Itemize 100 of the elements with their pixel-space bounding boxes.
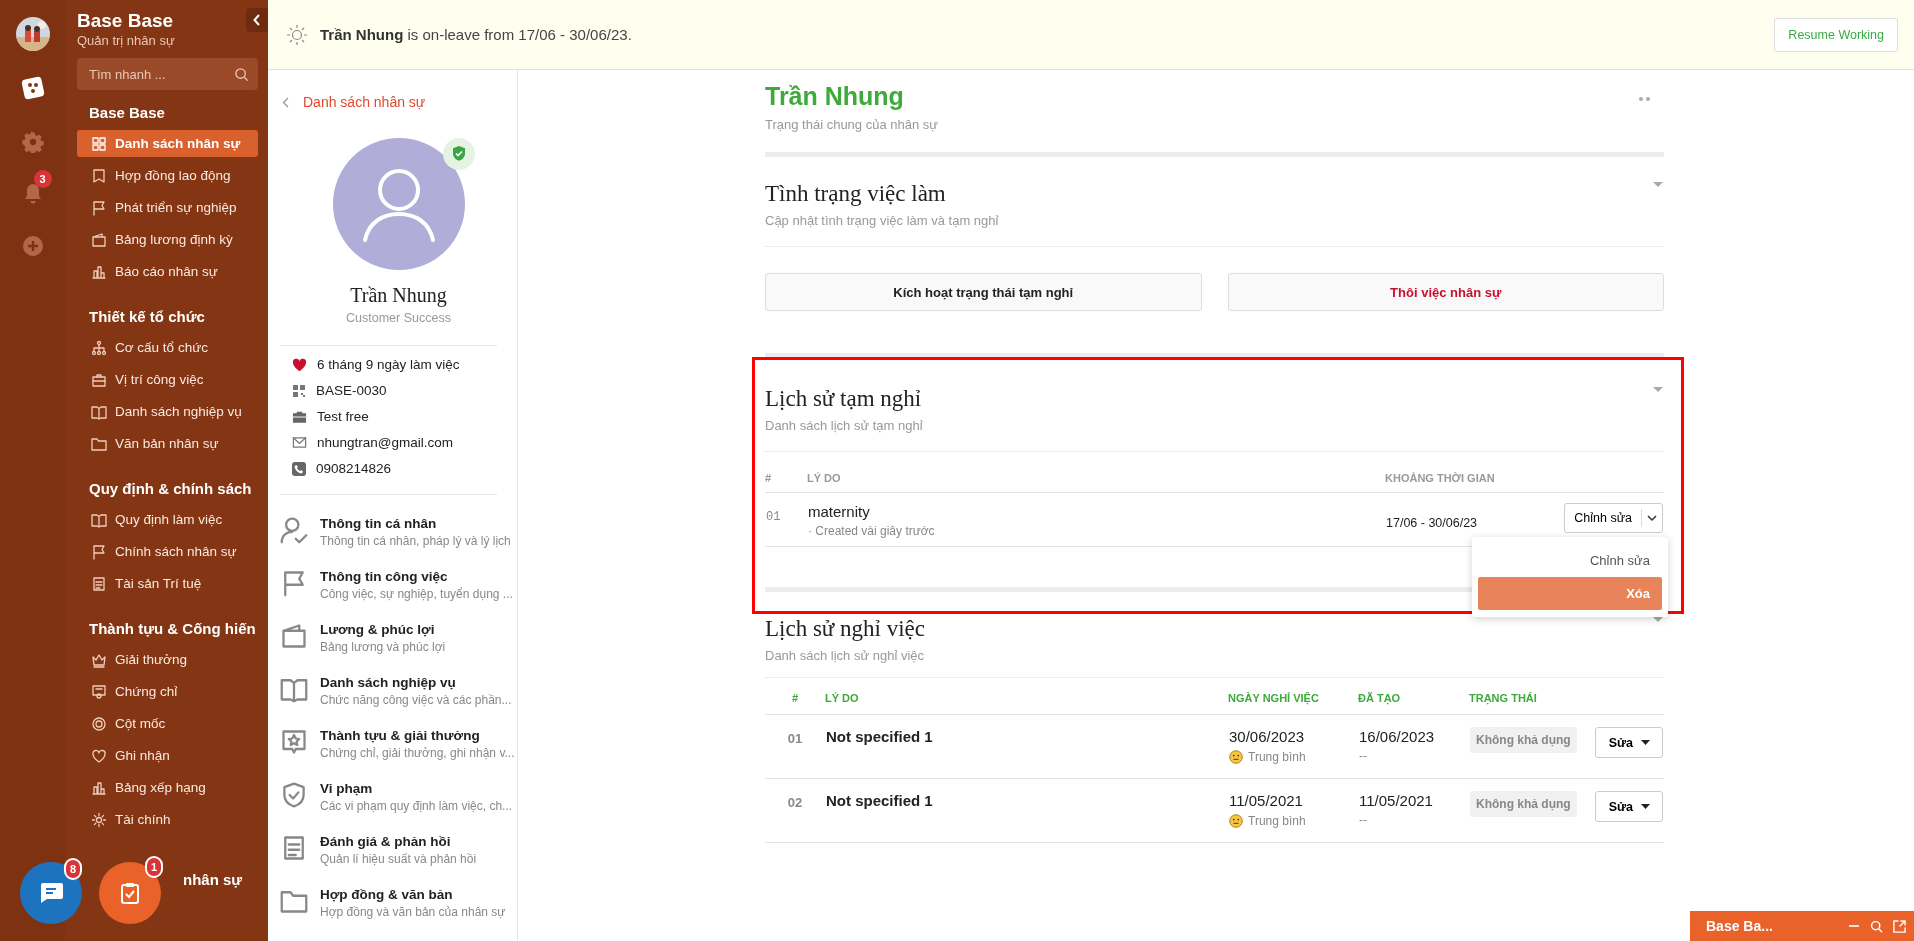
briefcase-icon [91, 371, 107, 388]
caret-icon [1652, 386, 1664, 394]
info-text: BASE-0030 [316, 383, 387, 398]
bell-icon[interactable] [22, 182, 43, 204]
sidebar-item[interactable]: Ghi nhận [77, 742, 258, 769]
person-check-icon [280, 516, 308, 544]
chat-icon [38, 882, 64, 904]
row-number: 01 [766, 510, 781, 524]
phone-icon [292, 461, 306, 476]
caret-icon [1641, 804, 1650, 809]
bookmark-icon [91, 167, 107, 184]
sidebar-item[interactable]: Phát triển sự nghiệp [77, 194, 258, 221]
sidebar-item[interactable]: Tài chính [77, 806, 258, 833]
profile-menu-item[interactable]: Danh sách nghiệp vụ Chức năng công việc và các phần... [280, 675, 517, 707]
created-date: 16/06/2023 [1359, 728, 1436, 745]
back-icon [282, 96, 289, 108]
profile-menu-item[interactable]: Thành tựu & giải thưởng Chứng chỉ, giải thưởng, ghi nhận v... [280, 728, 517, 760]
chevron-left-icon [253, 14, 261, 26]
search-icon[interactable] [1870, 919, 1883, 933]
leave-period: 17/06 - 30/06/23 [1386, 516, 1478, 530]
edit-button[interactable]: Sửa [1594, 727, 1663, 758]
folder-icon [91, 435, 107, 452]
profile-menu-item[interactable]: Hợp đồng & văn bản Hợp đồng và văn bản của nhân sự [280, 887, 517, 919]
book-icon [91, 511, 107, 528]
sidebar-item[interactable]: Báo cáo nhân sự [77, 258, 258, 285]
qr-code-icon [292, 383, 306, 398]
sidebar-item[interactable]: Bảng xếp hạng [77, 774, 258, 801]
leave-notice: Trần Nhung is on-leave from 17/06 - 30/06/23. [320, 26, 633, 43]
sidebar-item[interactable]: Danh sách nhân sự [77, 130, 258, 157]
edit-split-button[interactable]: Chỉnh sửa [1564, 503, 1663, 533]
flag-icon [91, 543, 107, 560]
star-badge-icon [280, 728, 308, 756]
sidebar-item[interactable]: Tài sản Trí tuệ [77, 570, 258, 597]
settings-icon[interactable] [21, 131, 44, 153]
section-subtitle: Danh sách lịch sử nghỉ việc [765, 648, 925, 663]
app-logo-icon[interactable] [20, 76, 45, 100]
profile-menu-item[interactable]: Thông tin cá nhân Thông tin cá nhân, pháp lý và lý lịch [280, 516, 517, 548]
sidebar-item[interactable]: Cột mốc [77, 710, 258, 737]
sidebar-item[interactable]: Quy định làm việc [77, 506, 258, 533]
add-icon[interactable] [21, 235, 44, 257]
rating-text: Trung bình [1248, 750, 1306, 764]
more-icon[interactable] [1638, 96, 1652, 102]
heart-icon [91, 747, 107, 764]
sidebar-item[interactable]: Cơ cấu tổ chức [77, 334, 258, 361]
profile-menu-item[interactable]: Thông tin công việc Công việc, sự nghiệp, tuyển dụng ... [280, 569, 517, 601]
sidebar-item[interactable]: Hợp đồng lao động [77, 162, 258, 189]
edit-button[interactable]: Sửa [1594, 791, 1663, 822]
bar-chart-icon [91, 263, 107, 280]
sidebar-section-title: Quy định & chính sách [88, 479, 252, 499]
resign-date: 30/06/2023 [1229, 728, 1306, 745]
sidebar-section-title: Thiết kế tổ chức [88, 307, 205, 327]
created-date: 11/05/2021 [1359, 792, 1434, 809]
shield-check-icon [280, 781, 308, 809]
resign-date: 11/05/2021 [1229, 792, 1304, 809]
menu-item[interactable]: Chỉnh sửa [1478, 544, 1662, 577]
info-text: 0908214826 [316, 461, 392, 476]
sidebar-item[interactable]: Bảng lương định kỳ [77, 226, 258, 253]
search-field[interactable]: Tìm nhanh ... [77, 58, 258, 90]
clipboard-check-icon [120, 882, 140, 904]
column-header: # [765, 472, 772, 484]
column-header: KHOẢNG THỜI GIAN [1385, 472, 1495, 484]
sidebar-item[interactable]: Văn bản nhân sự [77, 430, 258, 457]
section-subtitle: Danh sách lịch sử tạm nghỉ [765, 418, 923, 433]
leave-button[interactable]: Kích hoạt trạng thái tạm nghỉ [765, 273, 1202, 311]
search-icon [234, 67, 249, 82]
column-header: TRẠNG THÁI [1469, 692, 1537, 704]
mini-window-title: Base Ba... [1706, 918, 1774, 934]
row-number: 02 [787, 795, 803, 810]
external-link-icon[interactable] [1893, 919, 1906, 933]
column-header: LÝ DO [807, 472, 841, 484]
flag-icon [91, 199, 107, 216]
created-note: -- [1359, 749, 1368, 763]
page-title: Trần Nhung [765, 82, 905, 111]
profile-menu-item[interactable]: Vi phạm Các vi phạm quy định làm việc, ch... [280, 781, 517, 813]
status-chip: Không khả dụng [1470, 727, 1577, 753]
status-chip: Không khả dụng [1470, 791, 1577, 817]
profile-menu-item[interactable]: Lương & phúc lợi Bảng lương và phúc lợi [280, 622, 517, 654]
sidebar-item[interactable]: Vị trí công việc [77, 366, 258, 393]
sun-icon [286, 23, 308, 46]
sidebar-item[interactable]: Giải thưởng [77, 646, 258, 673]
wallet-icon [280, 622, 308, 650]
collapse-sidebar-button[interactable] [246, 8, 268, 32]
section-subtitle: Cập nhật tình trạng việc làm và tạm nghỉ [765, 213, 999, 228]
rating-text: Trung bình [1248, 814, 1306, 828]
section-title: Lịch sử nghỉ việc [765, 616, 925, 642]
sidebar-item[interactable]: Chính sách nhân sự [77, 538, 258, 565]
app-title: Base Base [77, 10, 174, 32]
document-icon [91, 575, 107, 592]
app-subtitle: Quản trị nhân sự [77, 33, 175, 48]
profile-menu-item[interactable]: Đánh giá & phản hồi Quản lí hiệu suất và phản hồi [280, 834, 517, 866]
target-icon [91, 715, 107, 732]
back-link[interactable]: Danh sách nhân sự [282, 94, 517, 110]
resign-button[interactable]: Thôi việc nhân sự [1227, 273, 1664, 311]
sidebar-item[interactable]: Chứng chỉ [77, 678, 258, 705]
employee-name: Trần Nhung [349, 284, 448, 307]
sidebar-section-title: nhân sự [183, 870, 243, 890]
column-header: LÝ DO [825, 692, 859, 704]
info-text: 6 tháng 9 ngày làm việc [317, 357, 460, 372]
sidebar-item[interactable]: Danh sách nghiệp vụ [77, 398, 258, 425]
sidebar-section-title: Base Base [88, 103, 165, 123]
